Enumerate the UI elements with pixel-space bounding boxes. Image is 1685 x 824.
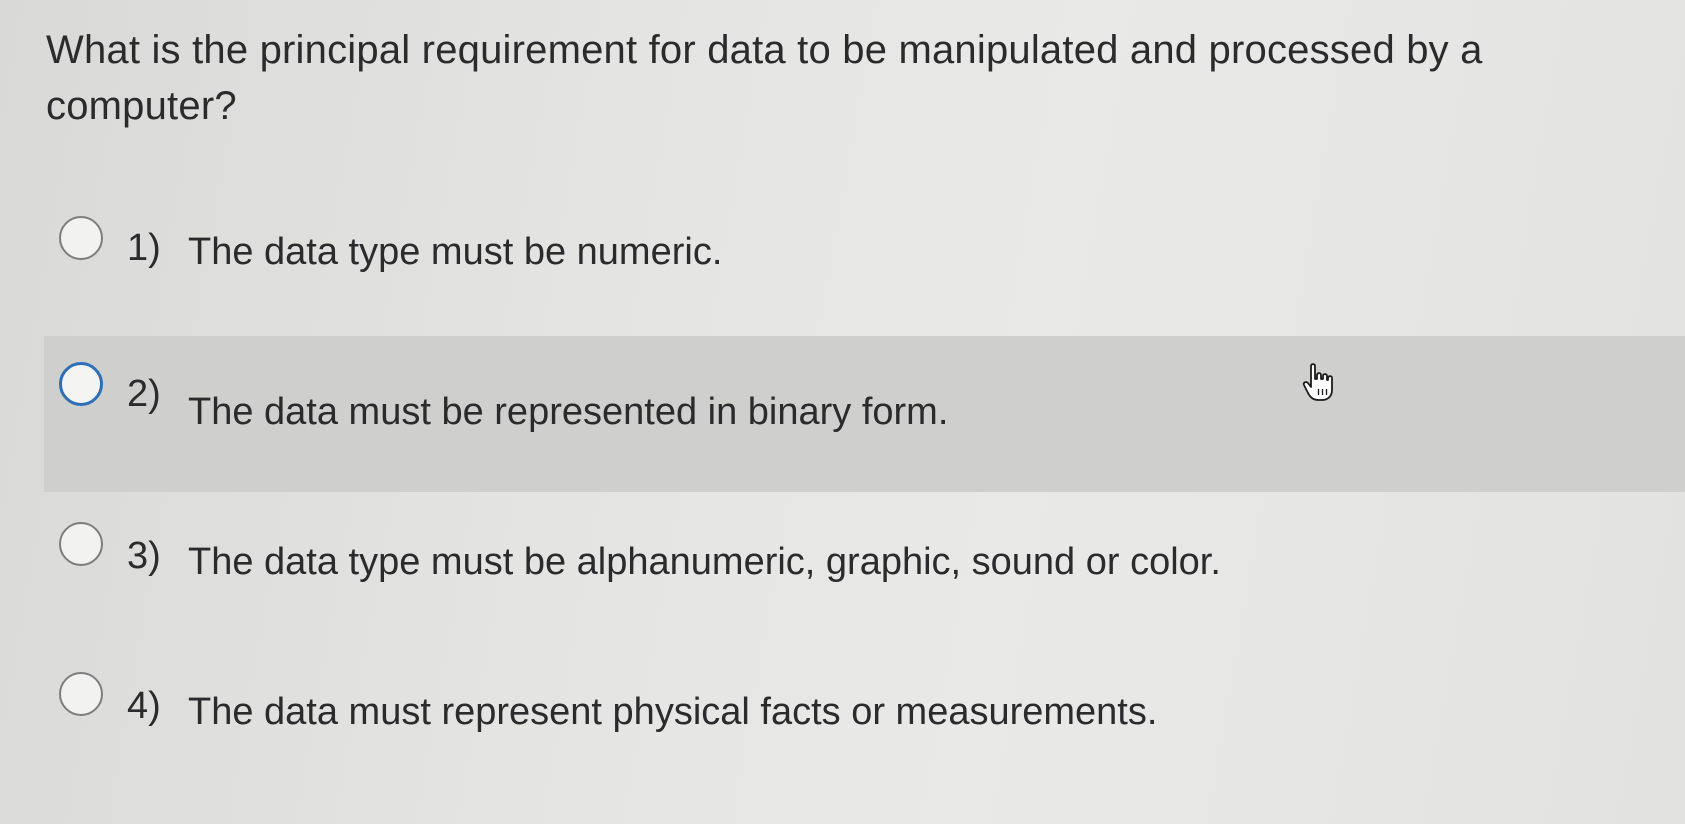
answer-option-3[interactable]: 3) The data type must be alphanumeric, g… [0, 510, 1685, 620]
option-4-label: The data must represent physical facts o… [188, 691, 1158, 733]
option-4-number: 4) [127, 685, 161, 727]
radio-button-option-2[interactable] [59, 362, 103, 406]
radio-button-option-3[interactable] [59, 522, 103, 566]
option-3-label: The data type must be alphanumeric, grap… [188, 541, 1221, 583]
option-1-label: The data type must be numeric. [188, 231, 723, 273]
answer-option-4[interactable]: 4) The data must represent physical fact… [0, 660, 1685, 770]
answer-option-1[interactable]: 1) The data type must be numeric. [0, 206, 1685, 306]
option-3-number: 3) [127, 535, 161, 577]
option-2-label: The data must be represented in binary f… [188, 391, 949, 433]
radio-button-option-1[interactable] [59, 216, 103, 260]
radio-button-option-4[interactable] [59, 672, 103, 716]
option-2-number: 2) [127, 373, 161, 415]
hand-pointer-icon [1302, 363, 1333, 401]
question-text: What is the principal requirement for da… [46, 28, 1483, 128]
option-1-number: 1) [127, 227, 161, 269]
answer-option-2[interactable]: 2) The data must be represented in binar… [44, 336, 1685, 492]
